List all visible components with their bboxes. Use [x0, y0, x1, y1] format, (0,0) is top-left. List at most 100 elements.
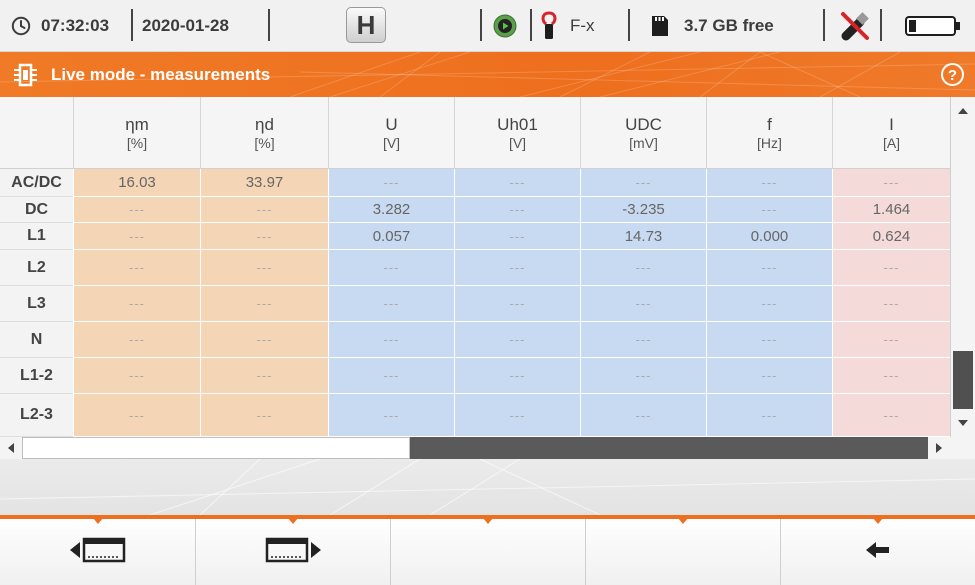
- scroll-down-arrow-icon[interactable]: [953, 412, 973, 434]
- button-notch: [92, 518, 103, 524]
- column-header: f [Hz]: [706, 97, 832, 169]
- table-cell: ---: [454, 197, 580, 223]
- status-date: 2020-01-28: [142, 16, 229, 35]
- table-cell: ---: [580, 286, 706, 322]
- status-divider: [530, 9, 532, 41]
- table-cell: ---: [706, 197, 832, 223]
- scroll-columns-right-icon: [263, 537, 323, 567]
- column-header: UDC [mV]: [580, 97, 706, 169]
- table-cell: ---: [580, 250, 706, 286]
- table-cell: ---: [706, 169, 832, 197]
- row-label: N: [0, 322, 73, 358]
- table-cell: ---: [200, 286, 328, 322]
- table-cell: ---: [832, 286, 950, 322]
- table-cell: ---: [580, 358, 706, 394]
- live-mode-icon: [13, 63, 43, 91]
- scroll-columns-left-button[interactable]: [0, 518, 196, 585]
- table-cell: 3.282: [328, 197, 454, 223]
- table-cell: ---: [580, 169, 706, 197]
- table-cell: ---: [706, 394, 832, 437]
- table-cell: ---: [328, 286, 454, 322]
- table-cell: ---: [73, 394, 200, 437]
- info-area: [0, 459, 975, 515]
- status-divider: [268, 9, 270, 41]
- table-cell: ---: [454, 223, 580, 250]
- row-label: L2: [0, 250, 73, 286]
- column-symbol: I: [889, 114, 894, 134]
- svg-text:?: ?: [948, 67, 957, 84]
- status-divider: [480, 9, 482, 41]
- horizontal-scrollbar-thumb[interactable]: [22, 437, 410, 459]
- play-circle-icon: [493, 0, 517, 52]
- info-area-decoration: [0, 459, 975, 515]
- table-cell: ---: [706, 358, 832, 394]
- table-row: DC --- --- 3.282 --- -3.235 --- 1.464: [0, 197, 950, 223]
- table-cell: 0.624: [832, 223, 950, 250]
- table-cell: ---: [706, 286, 832, 322]
- column-header: ηm [%]: [73, 97, 200, 169]
- sd-card-icon: [648, 0, 670, 52]
- bottom-toolbar: [0, 515, 975, 585]
- table-cell: ---: [73, 322, 200, 358]
- table-row: L2 --- --- --- --- --- --- ---: [0, 250, 950, 286]
- column-unit: [%]: [126, 134, 148, 151]
- table-cell: ---: [200, 250, 328, 286]
- horizontal-scrollbar[interactable]: [0, 437, 950, 459]
- status-divider: [628, 9, 630, 41]
- table-cell: ---: [454, 286, 580, 322]
- table-row: L3 --- --- --- --- --- --- ---: [0, 286, 950, 322]
- storage-free: 3.7 GB free: [684, 16, 774, 35]
- row-label: L2-3: [0, 394, 73, 437]
- back-button[interactable]: [781, 518, 975, 585]
- button-notch: [873, 518, 883, 524]
- status-divider: [131, 9, 133, 41]
- table-cell: 0.057: [328, 223, 454, 250]
- row-label: L1: [0, 223, 73, 250]
- table-cell: ---: [200, 394, 328, 437]
- row-label: L3: [0, 286, 73, 322]
- table-cell: ---: [73, 197, 200, 223]
- function-button-3[interactable]: [391, 518, 586, 585]
- table-cell: 33.97: [200, 169, 328, 197]
- clamp-type: F-x: [570, 16, 595, 35]
- column-symbol: U: [385, 114, 398, 134]
- table-cell: ---: [580, 394, 706, 437]
- table-cell: ---: [454, 358, 580, 394]
- measurement-table: ηm [%] ηd [%] U [V] Uh01 [V] UDC [mV] f [Hz] I [A] AC/…: [0, 97, 950, 437]
- scrollbar-thumb[interactable]: [953, 351, 973, 409]
- scroll-right-arrow-icon[interactable]: [928, 437, 950, 459]
- function-button-4[interactable]: [586, 518, 781, 585]
- column-header: Uh01 [V]: [454, 97, 580, 169]
- table-cell: ---: [706, 250, 832, 286]
- column-symbol: Uh01: [497, 114, 538, 134]
- status-divider: [823, 9, 825, 41]
- scroll-columns-right-button[interactable]: [196, 518, 391, 585]
- scrollbar-corner: [950, 437, 975, 459]
- row-label: DC: [0, 197, 73, 223]
- hold-button[interactable]: H: [346, 7, 386, 43]
- row-label: AC/DC: [0, 169, 73, 197]
- button-notch: [678, 518, 688, 524]
- table-cell: ---: [73, 358, 200, 394]
- scroll-up-arrow-icon[interactable]: [953, 100, 973, 122]
- table-cell: ---: [73, 250, 200, 286]
- column-symbol: UDC: [625, 114, 662, 134]
- scroll-left-arrow-icon[interactable]: [0, 437, 22, 459]
- column-unit: [A]: [882, 134, 901, 151]
- table-cell: ---: [328, 394, 454, 437]
- page-title: Live mode - measurements: [51, 65, 271, 84]
- table-cell: ---: [328, 169, 454, 197]
- vertical-scrollbar[interactable]: [950, 97, 975, 437]
- back-arrow-icon: [865, 540, 891, 564]
- column-symbol: ηm: [125, 114, 149, 134]
- column-header: ηd [%]: [200, 97, 328, 169]
- table-row: AC/DC 16.03 33.97 --- --- --- --- ---: [0, 169, 950, 197]
- help-icon[interactable]: ?: [940, 62, 965, 91]
- table-cell: 1.464: [832, 197, 950, 223]
- status-time: 07:32:03: [41, 16, 110, 35]
- table-cell: ---: [832, 394, 950, 437]
- table-cell: ---: [200, 322, 328, 358]
- table-row: L1-2 --- --- --- --- --- --- ---: [0, 358, 950, 394]
- status-divider: [880, 9, 882, 41]
- column-unit: [V]: [508, 134, 527, 151]
